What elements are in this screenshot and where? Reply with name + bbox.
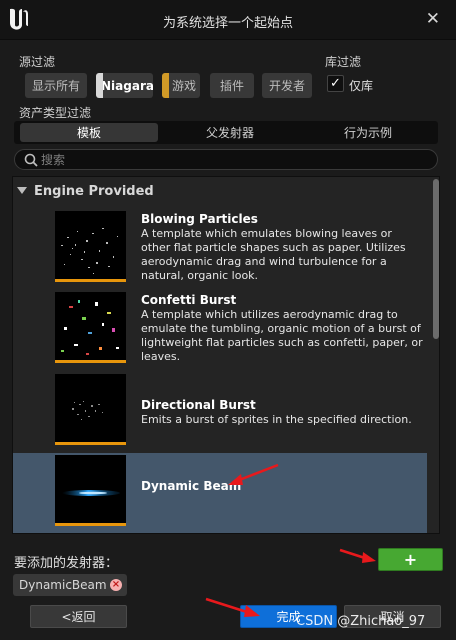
filter-game-label: 游戏 xyxy=(171,79,196,93)
confetti-burst-preview xyxy=(61,300,119,355)
filter-show-all-label: 显示所有 xyxy=(31,79,80,93)
tab-parent-emitters[interactable]: 父发射器 xyxy=(162,123,298,142)
asset-type-tabs: 模板 父发射器 行为示例 xyxy=(14,121,438,144)
scrollbar-thumb[interactable] xyxy=(433,179,439,339)
library-only-label: 仅库 xyxy=(349,79,374,93)
library-filter-label: 库过滤 xyxy=(325,55,362,69)
template-description: A template which utilizes aerodynamic dr… xyxy=(141,308,423,363)
filter-plugins-button[interactable]: 插件 xyxy=(210,73,254,98)
template-name: Blowing Particles xyxy=(141,212,258,226)
watermark: CSDN @Zhichao_97 xyxy=(296,614,426,629)
template-thumbnail xyxy=(55,211,126,282)
close-icon[interactable]: ✕ xyxy=(426,10,440,28)
list-item-directional-burst[interactable]: Directional Burst Emits a burst of sprit… xyxy=(13,372,427,452)
blowing-particles-preview xyxy=(61,228,118,274)
list-item-blowing-particles[interactable]: Blowing Particles A template which emula… xyxy=(13,209,427,289)
search-box xyxy=(14,149,438,170)
template-name: Directional Burst xyxy=(141,398,256,412)
filter-plugins-label: 插件 xyxy=(219,79,244,93)
chevron-down-icon xyxy=(17,187,27,194)
checkmark-icon: ✓ xyxy=(330,76,341,91)
list-item-confetti-burst[interactable]: Confetti Burst A template which utilizes… xyxy=(13,290,427,370)
annotation-arrow-icon xyxy=(228,463,279,485)
filter-color-strip xyxy=(162,73,169,98)
filter-developer-button[interactable]: 开发者 xyxy=(262,73,312,98)
template-description: A template which emulates blowing leaves… xyxy=(141,227,406,282)
dynamic-beam-preview xyxy=(62,490,120,496)
filter-niagara-button[interactable]: Niagara xyxy=(96,73,153,98)
asset-type-filter-label: 资产类型过滤 xyxy=(19,106,92,120)
filter-show-all-button[interactable]: 显示所有 xyxy=(25,73,87,98)
template-thumbnail xyxy=(55,374,126,445)
filter-developer-label: 开发者 xyxy=(268,79,305,93)
library-only-checkbox[interactable]: ✓ xyxy=(327,75,344,92)
template-thumbnail xyxy=(55,292,126,363)
title-bar: 为系统选择一个起始点 ✕ xyxy=(0,0,456,40)
list-item-dynamic-beam[interactable]: Dynamic Beam xyxy=(13,453,427,533)
template-description: Emits a burst of sprites in the specifie… xyxy=(141,413,412,426)
tab-behavior-examples[interactable]: 行为示例 xyxy=(300,123,436,142)
emitter-chip-label: DynamicBeam xyxy=(19,578,107,592)
emitter-chip: DynamicBeam × xyxy=(13,574,127,596)
remove-icon[interactable]: × xyxy=(110,579,122,591)
source-filter-label: 源过滤 xyxy=(19,55,56,69)
directional-burst-preview xyxy=(72,401,103,420)
annotation-arrow-icon xyxy=(339,548,376,563)
filter-game-button[interactable]: 游戏 xyxy=(162,73,200,98)
group-title: Engine Provided xyxy=(34,184,154,199)
annotation-arrow-icon xyxy=(205,597,260,617)
filter-niagara-label: Niagara xyxy=(101,78,153,93)
template-name: Confetti Burst xyxy=(141,293,237,307)
add-emitter-button[interactable]: + xyxy=(378,548,443,571)
tab-templates[interactable]: 模板 xyxy=(20,123,158,142)
search-input[interactable] xyxy=(41,151,421,168)
back-button[interactable]: <返回 xyxy=(30,605,127,628)
window-title: 为系统选择一个起始点 xyxy=(162,16,293,31)
search-icon xyxy=(24,153,38,167)
filter-color-strip xyxy=(96,73,103,98)
template-thumbnail xyxy=(55,455,126,526)
emitters-to-add-label: 要添加的发射器： xyxy=(14,556,119,571)
list-scrollbar[interactable] xyxy=(431,177,439,533)
